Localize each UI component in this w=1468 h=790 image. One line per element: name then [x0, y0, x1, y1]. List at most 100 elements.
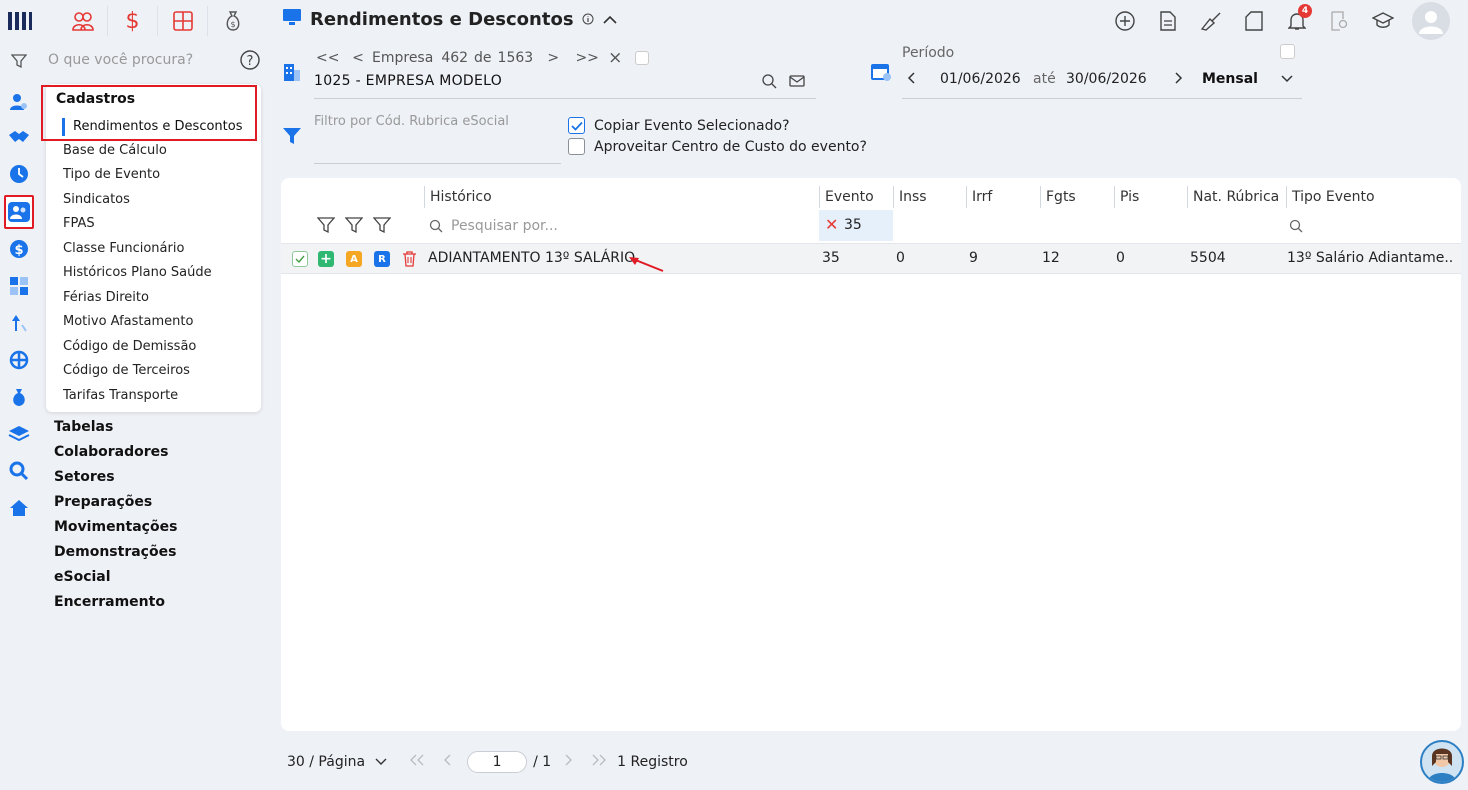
nav-search-input[interactable]: O que você procura?: [48, 52, 193, 68]
last-page-button[interactable]: [591, 754, 607, 770]
prev-period-button[interactable]: [906, 71, 918, 89]
multi-company-checkbox[interactable]: [635, 51, 650, 65]
col-nat-rubrica[interactable]: Nat. Rúbrica: [1187, 186, 1279, 208]
bell-icon[interactable]: 4: [1275, 4, 1318, 38]
col-irrf[interactable]: Irrf: [966, 186, 992, 208]
next-period-button[interactable]: [1172, 71, 1184, 89]
per-page-select[interactable]: 30 / Página: [287, 754, 365, 770]
mail-icon[interactable]: [789, 74, 805, 93]
first-company-button[interactable]: <<: [316, 50, 339, 66]
home-icon[interactable]: [4, 493, 34, 523]
money-bag-icon[interactable]: [4, 382, 34, 412]
calculator-icon[interactable]: [4, 271, 34, 301]
chevron-down-icon[interactable]: [1280, 72, 1294, 88]
filter-icon[interactable]: [344, 216, 364, 238]
search-icon[interactable]: [762, 74, 777, 93]
nav-section-encerramento[interactable]: Encerramento: [54, 594, 165, 610]
funnel-icon[interactable]: [282, 126, 302, 150]
menu-item[interactable]: Motivo Afastamento: [63, 314, 193, 329]
menu-item[interactable]: Código de Terceiros: [63, 363, 190, 378]
cost-center-option[interactable]: Aproveitar Centro de Custo do evento?: [568, 138, 867, 155]
copy-event-checkbox[interactable]: [568, 117, 585, 134]
handshake-icon[interactable]: [4, 122, 34, 152]
nav-section-preparacoes[interactable]: Preparações: [54, 494, 152, 510]
nav-section-tabelas[interactable]: Tabelas: [54, 419, 113, 435]
period-end[interactable]: 30/06/2026: [1066, 71, 1147, 87]
page-input[interactable]: 1: [467, 751, 528, 773]
network-icon[interactable]: [4, 345, 34, 375]
period-type[interactable]: Mensal: [1202, 71, 1258, 87]
people-icon[interactable]: [4, 195, 34, 229]
table-row[interactable]: + A R ADIANTAMENTO 13º SALÁRIO 35 0 9 12…: [281, 243, 1461, 274]
col-fgts[interactable]: Fgts: [1040, 186, 1076, 208]
menu-item[interactable]: Tarifas Transporte: [63, 388, 178, 403]
nav-section-esocial[interactable]: eSocial: [54, 569, 111, 585]
cost-center-checkbox[interactable]: [568, 138, 585, 155]
menu-item[interactable]: Classe Funcionário: [63, 241, 184, 256]
broom-icon[interactable]: [1189, 4, 1232, 38]
nav-section-movimentacoes[interactable]: Movimentações: [54, 519, 177, 535]
next-page-button[interactable]: [563, 754, 573, 770]
edit-r-button[interactable]: R: [374, 251, 390, 267]
last-company-button[interactable]: >>: [575, 50, 599, 66]
prev-page-button[interactable]: [443, 754, 453, 770]
search-icon[interactable]: [4, 456, 34, 486]
next-company-button[interactable]: >: [541, 50, 565, 66]
chevron-down-icon[interactable]: [375, 754, 387, 770]
period-start[interactable]: 01/06/2026: [940, 71, 1021, 87]
people-module-icon[interactable]: [58, 6, 108, 36]
copy-event-option[interactable]: Copiar Evento Selecionado?: [568, 117, 790, 134]
menu-item[interactable]: Tipo de Evento: [63, 167, 160, 182]
document-icon[interactable]: [1146, 4, 1189, 38]
menu-item-active[interactable]: Rendimentos e Descontos: [62, 118, 242, 136]
col-inss[interactable]: Inss: [893, 186, 927, 208]
app-logo[interactable]: [6, 8, 34, 34]
clear-filter-icon[interactable]: ✕: [825, 215, 838, 234]
evento-filter[interactable]: ✕ 35: [819, 210, 893, 241]
clear-company-button[interactable]: ×: [605, 48, 625, 68]
nav-search[interactable]: O que você procura? ?: [10, 50, 262, 72]
help-icon[interactable]: ?: [240, 50, 260, 74]
rubrica-filter-input[interactable]: Filtro por Cód. Rubrica eSocial: [314, 114, 561, 164]
col-tipo-evento[interactable]: Tipo Evento: [1286, 186, 1375, 208]
search-doc-icon[interactable]: [1318, 4, 1361, 38]
trash-icon[interactable]: [402, 250, 417, 271]
chevron-up-icon[interactable]: [602, 9, 618, 30]
nav-section-demonstracoes[interactable]: Demonstrações: [54, 544, 176, 560]
menu-item[interactable]: FPAS: [63, 216, 95, 231]
info-icon[interactable]: [582, 9, 594, 30]
clock-icon[interactable]: [4, 159, 34, 189]
user-settings-icon[interactable]: [4, 87, 34, 117]
user-avatar[interactable]: [1412, 2, 1450, 40]
evento-filter-value[interactable]: 35: [844, 217, 862, 233]
menu-title[interactable]: Cadastros: [56, 91, 135, 107]
row-select-checkbox[interactable]: [292, 251, 308, 267]
menu-item[interactable]: Base de Cálculo: [63, 143, 167, 158]
assistant-avatar[interactable]: [1420, 740, 1464, 784]
col-evento[interactable]: Evento: [819, 186, 874, 208]
edit-a-button[interactable]: A: [346, 251, 362, 267]
notes-icon[interactable]: [1232, 4, 1275, 38]
menu-item[interactable]: Históricos Plano Saúde: [63, 265, 212, 280]
graduation-icon[interactable]: [1361, 4, 1404, 38]
filter-icon[interactable]: [372, 216, 392, 238]
calculator-module-icon[interactable]: [158, 6, 208, 36]
layers-icon[interactable]: [4, 419, 34, 449]
prev-company-button[interactable]: <: [346, 50, 370, 66]
filter-icon[interactable]: [316, 216, 336, 238]
add-row-button[interactable]: +: [318, 251, 334, 267]
first-page-button[interactable]: [409, 754, 425, 770]
search-icon[interactable]: [1289, 219, 1303, 237]
menu-item[interactable]: Código de Demissão: [63, 339, 196, 354]
menu-item[interactable]: Sindicatos: [63, 192, 130, 207]
transfer-icon[interactable]: [4, 308, 34, 338]
tax-module-icon[interactable]: $: [208, 6, 258, 36]
periodo-checkbox[interactable]: [1280, 44, 1295, 59]
add-icon[interactable]: [1103, 4, 1146, 38]
finance-module-icon[interactable]: $: [108, 6, 158, 36]
dollar-icon[interactable]: $: [4, 234, 34, 264]
col-historico[interactable]: Histórico: [424, 186, 492, 208]
historico-search-input[interactable]: Pesquisar por...: [451, 218, 558, 234]
nav-section-colaboradores[interactable]: Colaboradores: [54, 444, 169, 460]
menu-item[interactable]: Férias Direito: [63, 290, 149, 305]
